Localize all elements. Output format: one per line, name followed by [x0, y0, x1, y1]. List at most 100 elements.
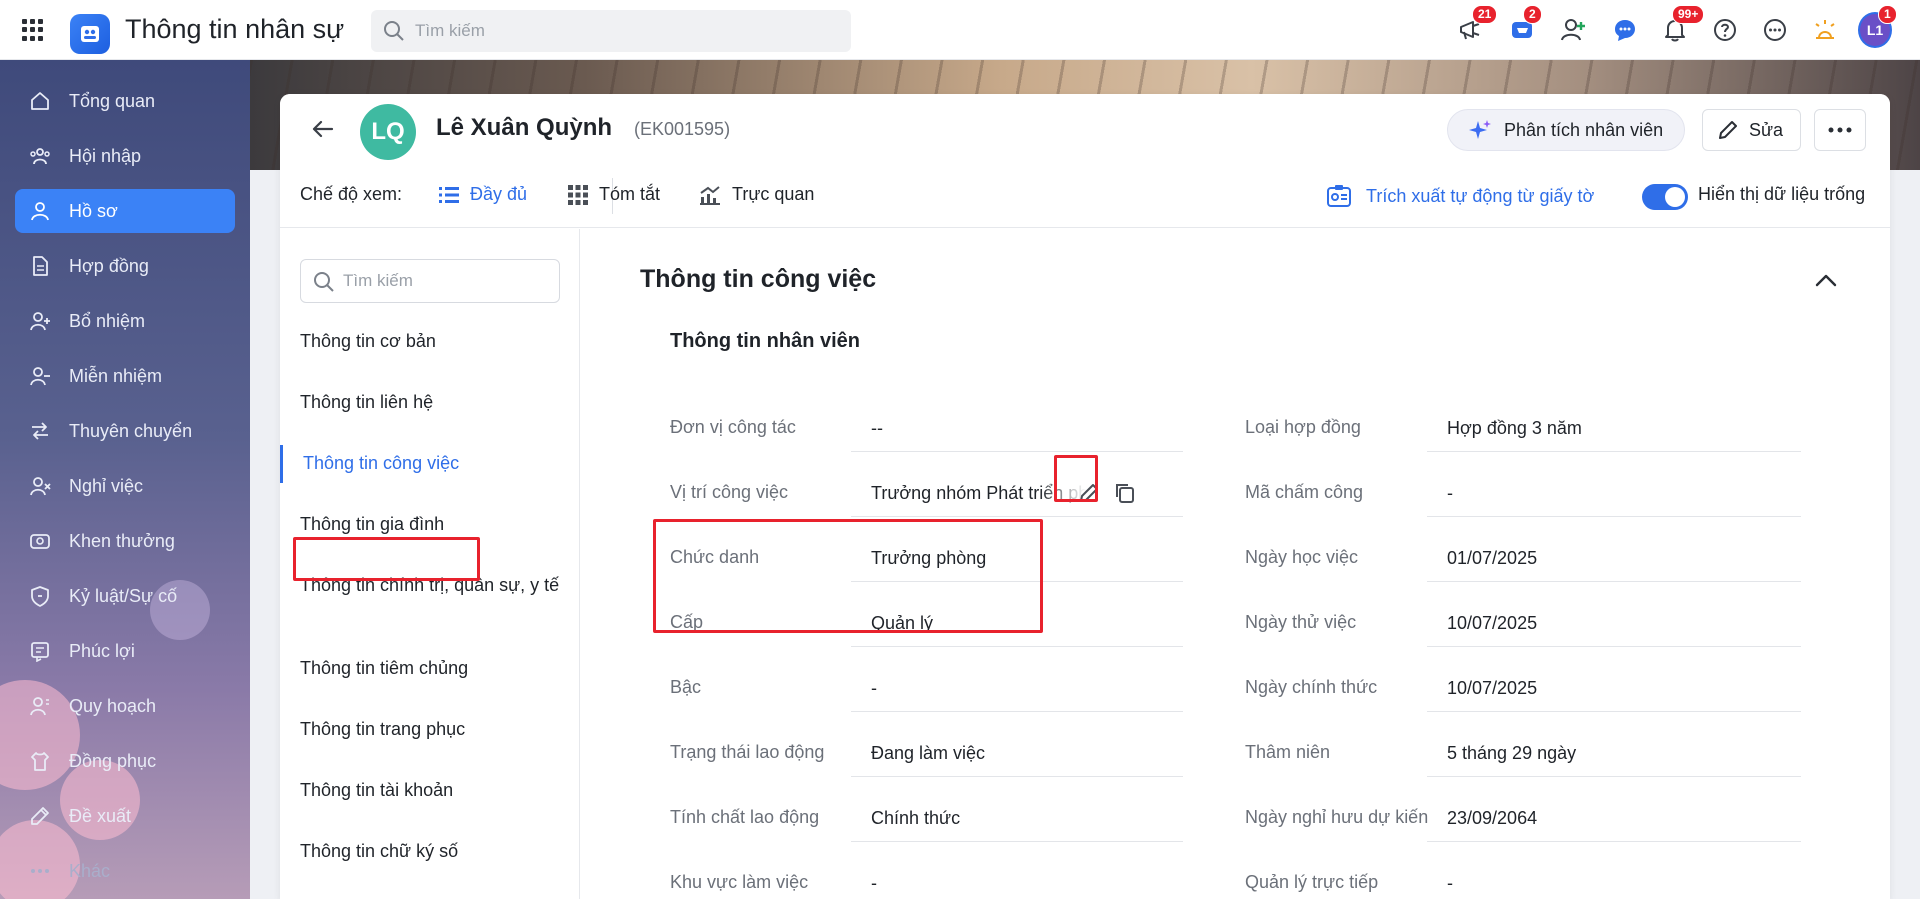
sidebar-item-label: Đề xuất — [69, 805, 132, 826]
field-value[interactable]: Hợp đồng 3 năm — [1447, 418, 1807, 439]
shield-icon — [29, 585, 51, 607]
section-nav-item[interactable]: Thông tin chính trị, quân sự, y tế — [300, 573, 565, 598]
section-search[interactable] — [300, 259, 560, 303]
lightbulb-icon[interactable] — [1808, 13, 1842, 47]
add-user-icon[interactable] — [1557, 13, 1591, 47]
sidebar-item[interactable]: Hồ sơ — [15, 189, 235, 233]
field-value[interactable]: - — [871, 873, 1086, 894]
field-underline — [851, 711, 1183, 712]
field-row: Ngày thử việc 10/07/2025 — [1245, 612, 1825, 664]
field-label: Cấp — [670, 612, 704, 632]
field-value[interactable]: Quản lý — [871, 613, 1086, 634]
sidebar-item-label: Miễn nhiệm — [69, 365, 163, 386]
user-minus-icon — [29, 365, 51, 387]
field-row: Mã chấm công - — [1245, 482, 1825, 534]
field-row: Ngày chính thức 10/07/2025 — [1245, 677, 1825, 729]
back-arrow-icon[interactable] — [308, 114, 338, 144]
chevron-up-icon[interactable] — [1815, 273, 1837, 287]
global-search[interactable] — [371, 10, 851, 52]
app-grid-icon[interactable] — [22, 19, 44, 41]
sidebar-item[interactable]: Hội nhập — [15, 134, 235, 178]
view-mode-full[interactable]: Đầy đủ — [439, 184, 527, 205]
sidebar-item[interactable]: Kỷ luật/Sự cố — [15, 574, 235, 618]
field-value[interactable]: 10/07/2025 — [1447, 678, 1807, 699]
field-label: Bậc — [670, 677, 702, 697]
sidebar-item[interactable]: Bổ nhiệm — [15, 299, 235, 343]
field-value[interactable]: 01/07/2025 — [1447, 548, 1807, 569]
view-mode-visual[interactable]: Trực quan — [699, 184, 814, 205]
user-x-icon — [29, 475, 51, 497]
section-nav-item[interactable]: Thông tin công việc — [303, 451, 568, 476]
employee-avatar: LQ — [360, 104, 416, 160]
view-mode-bar: Chế độ xem: Đầy đủ Tóm tắt Trực quan Trí… — [280, 164, 1890, 228]
chart-icon — [700, 185, 720, 205]
more-apps-icon[interactable] — [1758, 13, 1792, 47]
analyze-employee-button[interactable]: Phân tích nhân viên — [1447, 109, 1685, 151]
section-nav-item[interactable]: Thông tin cơ bản — [300, 329, 565, 354]
bell-badge: 99+ — [1672, 5, 1705, 24]
view-mode-summary[interactable]: Tóm tắt — [568, 184, 660, 205]
announcement-icon[interactable]: 21 — [1454, 5, 1498, 47]
sidebar-item-label: Khen thưởng — [69, 530, 175, 551]
field-value[interactable]: Đang làm việc — [871, 743, 1086, 764]
sidebar-item-label: Hợp đồng — [69, 255, 149, 276]
field-value[interactable]: 23/09/2064 — [1447, 808, 1807, 829]
copy-icon[interactable] — [1113, 481, 1137, 505]
field-value[interactable]: Chính thức — [871, 808, 1086, 829]
section-search-input[interactable] — [343, 260, 553, 302]
sidebar-item[interactable]: Nghỉ việc — [15, 464, 235, 508]
field-value[interactable]: - — [871, 678, 1086, 699]
sidebar-item[interactable]: Khác — [15, 849, 235, 893]
section-nav-item[interactable]: Thông tin trang phục — [300, 717, 565, 742]
field-underline — [1427, 451, 1801, 452]
field-value[interactable]: - — [1447, 873, 1807, 894]
field-value[interactable]: Trưởng nhóm Phát triển phần mềm — [871, 483, 1086, 504]
employee-name: Lê Xuân Quỳnh — [436, 114, 613, 141]
edit-field-icon[interactable] — [1077, 481, 1101, 505]
field-underline — [851, 516, 1183, 517]
bell-icon[interactable]: 99+ — [1658, 5, 1705, 47]
global-search-input[interactable] — [415, 10, 835, 52]
field-underline — [1427, 646, 1801, 647]
sidebar-item[interactable]: Đề xuất — [15, 794, 235, 838]
show-empty-toggle[interactable] — [1642, 184, 1688, 210]
search-icon — [314, 272, 334, 292]
sidebar-item[interactable]: Khen thưởng — [15, 519, 235, 563]
edit-button[interactable]: Sửa — [1702, 109, 1801, 151]
proposal-icon — [29, 805, 51, 827]
chat-icon[interactable] — [1608, 13, 1642, 47]
field-underline — [851, 451, 1183, 452]
sidebar-item-label: Hội nhập — [69, 145, 142, 166]
cart-icon[interactable]: 2 — [1505, 5, 1542, 47]
section-nav-item[interactable]: Thông tin tiêm chủng — [300, 656, 565, 681]
id-card-icon — [1327, 185, 1351, 207]
field-label: Khu vực làm việc — [670, 872, 809, 892]
sidebar-item[interactable]: Thuyên chuyển — [15, 409, 235, 453]
sidebar-item[interactable]: Quy hoạch — [15, 684, 235, 728]
sidebar-item-label: Quy hoạch — [69, 695, 157, 716]
sidebar-item[interactable]: Phúc lợi — [15, 629, 235, 673]
field-value[interactable]: -- — [871, 418, 1086, 439]
more-dots-icon — [1828, 127, 1852, 133]
section-nav-item[interactable]: Thông tin gia đình — [300, 512, 565, 537]
section-nav-item[interactable]: Thông tin liên hệ — [300, 390, 565, 415]
help-icon[interactable] — [1708, 13, 1742, 47]
sidebar-item[interactable]: Hợp đồng — [15, 244, 235, 288]
sidebar-item[interactable]: Miễn nhiệm — [15, 354, 235, 398]
sidebar-item[interactable]: Tổng quan — [15, 79, 235, 123]
field-value[interactable]: 5 tháng 29 ngày — [1447, 743, 1807, 764]
user-avatar[interactable]: L1 1 — [1858, 5, 1897, 48]
field-value[interactable]: 10/07/2025 — [1447, 613, 1807, 634]
field-value[interactable]: Trưởng phòng — [871, 548, 1086, 569]
shirt-icon — [29, 750, 51, 772]
section-nav-item[interactable]: Thông tin chữ ký số — [300, 839, 565, 864]
user-plus-icon — [29, 310, 51, 332]
auto-extract-link[interactable]: Trích xuất tự động từ giấy tờ — [1326, 184, 1594, 208]
sidebar-item[interactable]: Đồng phục — [15, 739, 235, 783]
auto-extract-label: Trích xuất tự động từ giấy tờ — [1366, 185, 1595, 206]
section-nav-item[interactable]: Thông tin tài khoản — [300, 778, 565, 803]
more-actions-button[interactable] — [1814, 109, 1866, 151]
field-row: Ngày nghỉ hưu dự kiến 23/09/2064 — [1245, 807, 1825, 859]
field-label: Ngày chính thức — [1245, 677, 1378, 697]
field-value[interactable]: - — [1447, 483, 1807, 504]
